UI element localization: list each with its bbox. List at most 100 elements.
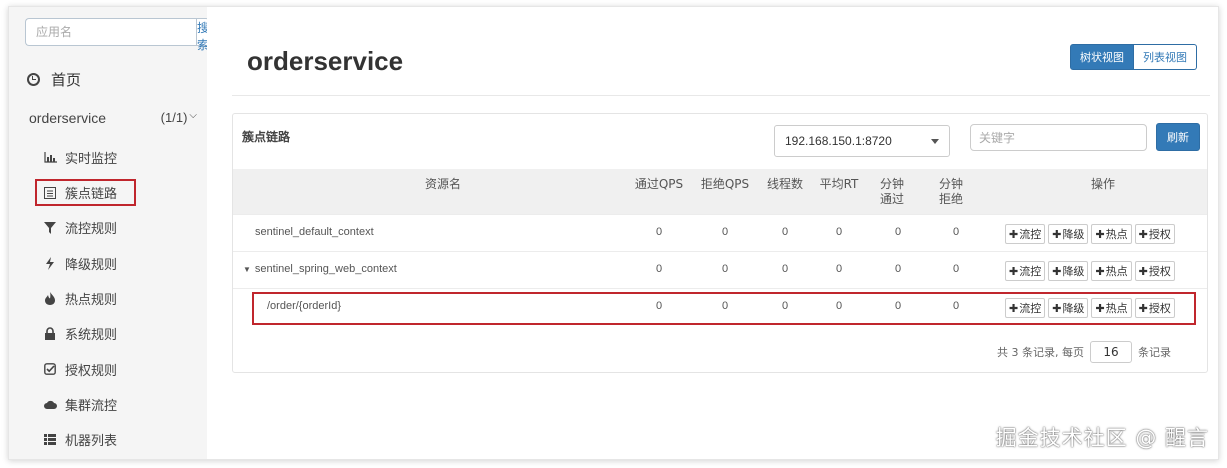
sidebar-item-hotspot-rules[interactable]: 热点规则	[35, 281, 139, 316]
authority-rule-button[interactable]: ✚ 授权	[1134, 224, 1175, 244]
app-window: 搜索 首页 orderservice (1/1)⌵ 实时监控 簇点链路	[8, 6, 1219, 460]
table-row: sentinel_default_context 0 0 0 0 0 0 ✚ 流控…	[233, 214, 1207, 251]
column-header: 资源名	[424, 177, 461, 191]
column-header: 通过QPS	[634, 177, 684, 191]
sidebar-item-label: 流控规则	[65, 222, 118, 238]
plus-icon: ✚	[1095, 264, 1105, 278]
minute-pass: 0	[894, 263, 902, 275]
row-actions: ✚ 流控 ✚ 降级 ✚ 热点 ✚ 授权	[1005, 261, 1175, 281]
app-search-input[interactable]	[25, 18, 196, 46]
authority-rule-button[interactable]: ✚ 授权	[1134, 261, 1175, 281]
sidebar-item-cluster-flow[interactable]: 集群流控	[35, 387, 139, 422]
caret-down-icon[interactable]: ▼	[243, 265, 251, 274]
column-header: 平均RT	[819, 177, 859, 191]
machine-select-value: 192.168.150.1:8720	[785, 134, 892, 148]
fire-icon	[43, 292, 57, 306]
plus-icon: ✚	[1052, 264, 1062, 278]
column-header: 线程数	[766, 177, 803, 191]
main-content: orderservice 树状视图 列表视图 簇点链路 192.168.150.…	[207, 7, 1218, 459]
panel-title: 簇点链路	[242, 130, 291, 144]
degrade-rule-button[interactable]: ✚ 降级	[1048, 261, 1089, 281]
sidebar-item-cluster-point-chain[interactable]: 簇点链路	[35, 179, 136, 207]
app-name: orderservice	[29, 110, 107, 126]
page-title: orderservice	[247, 46, 404, 76]
home-label: 首页	[51, 72, 82, 89]
refresh-button[interactable]: 刷新	[1156, 123, 1200, 151]
column-header: 分钟通过	[879, 177, 904, 206]
flow-rule-button[interactable]: ✚ 流控	[1005, 224, 1046, 244]
machine-select[interactable]: 192.168.150.1:8720	[774, 125, 950, 157]
minute-pass: 0	[894, 226, 902, 238]
lock-icon	[43, 327, 57, 341]
app-search: 搜索	[25, 18, 211, 52]
pass-qps: 0	[655, 226, 663, 238]
minute-block: 0	[952, 226, 960, 238]
home-link[interactable]: 首页	[27, 69, 81, 90]
row-actions: ✚ 流控 ✚ 降级 ✚ 热点 ✚ 授权	[1005, 224, 1175, 244]
plus-icon: ✚	[1138, 264, 1148, 278]
app-entry-orderservice[interactable]: orderservice (1/1) ⌵	[29, 110, 197, 126]
block-qps: 0	[721, 226, 729, 238]
bar-chart-icon	[43, 151, 57, 165]
column-header: 分钟拒绝	[938, 177, 963, 206]
total-records: 共 3 条记录, 每页	[997, 346, 1084, 359]
sidebar-item-label: 降级规则	[65, 257, 118, 273]
keyword-input[interactable]	[970, 124, 1147, 151]
plus-icon: ✚	[1138, 227, 1148, 241]
caret-down-icon	[931, 138, 939, 144]
sidebar-item-label: 授权规则	[65, 363, 118, 379]
thread-count: 0	[781, 226, 789, 238]
th-list-icon	[43, 433, 57, 447]
minute-block: 0	[952, 263, 960, 275]
filter-icon	[43, 221, 57, 235]
sidebar-item-machine-list[interactable]: 机器列表	[35, 422, 139, 457]
sidebar-menu: 实时监控 簇点链路 流控规则 降级规则 热点规则 系统规则 授权规则 集群流控 …	[35, 140, 139, 457]
block-qps: 0	[721, 263, 729, 275]
sidebar-item-degrade-rules[interactable]: 降级规则	[35, 246, 139, 281]
sidebar: 搜索 首页 orderservice (1/1)⌵ 实时监控 簇点链路	[9, 7, 211, 459]
resource-name-tree[interactable]: ▼ sentinel_spring_web_context	[243, 263, 397, 275]
resource-name: sentinel_default_context	[255, 226, 374, 238]
plus-icon: ✚	[1009, 227, 1019, 241]
watermark: 掘金技术社区 @ 醒言	[995, 426, 1209, 450]
sidebar-item-label: 集群流控	[65, 398, 118, 414]
table-row: ▼ sentinel_spring_web_context 0 0 0 0 0 0…	[233, 251, 1207, 288]
sidebar-item-label: 热点规则	[65, 293, 118, 309]
app-machine-count: (1/1) ⌵	[160, 110, 197, 125]
flow-rule-button[interactable]: ✚ 流控	[1005, 261, 1046, 281]
flash-icon	[43, 256, 57, 270]
sidebar-item-label: 实时监控	[65, 152, 118, 168]
sidebar-item-authority-rules[interactable]: 授权规则	[35, 351, 139, 386]
column-header: 操作	[1090, 177, 1115, 191]
list-alt-icon	[43, 186, 57, 200]
avg-rt: 0	[835, 226, 843, 238]
highlight-box	[252, 292, 1196, 325]
sidebar-item-label: 簇点链路	[65, 187, 118, 203]
sidebar-item-label: 系统规则	[65, 328, 118, 344]
list-view-button[interactable]: 列表视图	[1134, 44, 1197, 70]
records-unit: 条记录	[1138, 346, 1171, 359]
clock-icon	[27, 73, 40, 86]
plus-icon: ✚	[1009, 264, 1019, 278]
thread-count: 0	[781, 263, 789, 275]
hotspot-rule-button[interactable]: ✚ 热点	[1091, 261, 1132, 281]
sidebar-item-flow-rules[interactable]: 流控规则	[35, 210, 139, 245]
chevron-down-icon: ⌵	[189, 110, 197, 121]
divider	[232, 95, 1210, 96]
resource-panel: 簇点链路 192.168.150.1:8720 刷新 资源名 通过QPS 拒绝Q…	[232, 113, 1208, 373]
sidebar-item-realtime-monitor[interactable]: 实时监控	[35, 140, 139, 175]
avg-rt: 0	[835, 263, 843, 275]
degrade-rule-button[interactable]: ✚ 降级	[1048, 224, 1089, 244]
pass-qps: 0	[655, 263, 663, 275]
plus-icon: ✚	[1052, 227, 1062, 241]
hotspot-rule-button[interactable]: ✚ 热点	[1091, 224, 1132, 244]
column-header: 拒绝QPS	[700, 177, 750, 191]
tree-view-button[interactable]: 树状视图	[1070, 44, 1134, 70]
plus-icon: ✚	[1095, 227, 1105, 241]
view-toggle: 树状视图 列表视图	[1070, 44, 1197, 70]
table-header: 资源名 通过QPS 拒绝QPS 线程数 平均RT 分钟通过 分钟拒绝 操作	[233, 169, 1207, 214]
pagination-footer: 共 3 条记录, 每页 16 条记录	[997, 341, 1171, 363]
page-size-input[interactable]: 16	[1090, 341, 1132, 363]
sidebar-item-system-rules[interactable]: 系统规则	[35, 316, 139, 351]
check-icon	[43, 362, 57, 376]
